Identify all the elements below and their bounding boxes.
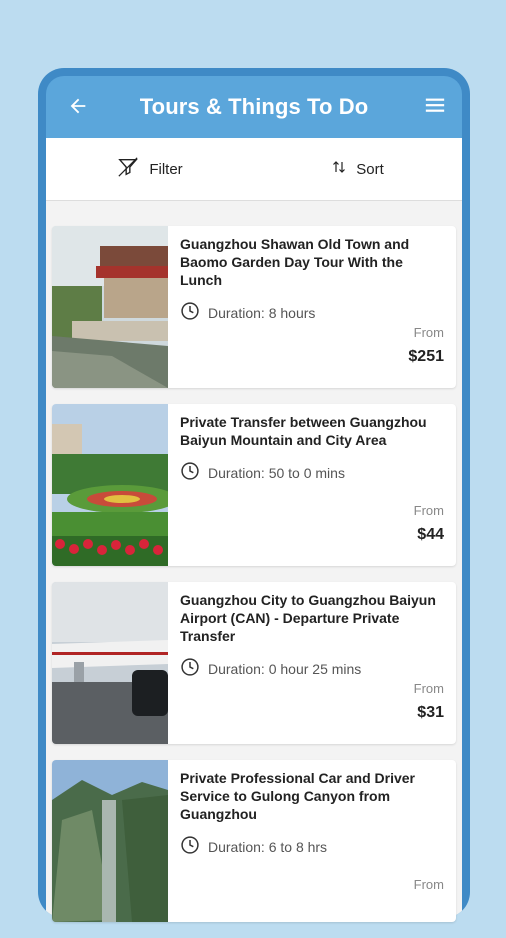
tour-title: Guangzhou City to Guangzhou Baiyun Airpo… [180, 592, 436, 644]
duration-text: Duration: 0 hour 25 mins [208, 660, 362, 677]
sort-label: Sort [356, 160, 384, 178]
from-label: From [413, 325, 444, 340]
tour-card[interactable]: Private Transfer between Guangzhou Baiyu… [52, 404, 456, 566]
duration-text: Duration: 8 hours [208, 304, 316, 321]
price: $251 [408, 348, 444, 365]
price: $44 [417, 526, 444, 543]
tour-duration: Duration: 0 hour 25 mins [180, 657, 448, 680]
tour-info: Private Transfer between Guangzhou Baiyu… [168, 404, 456, 566]
tour-card[interactable]: Guangzhou Shawan Old Town and Baomo Gard… [52, 226, 456, 388]
tour-list: Guangzhou Shawan Old Town and Baomo Gard… [52, 226, 456, 938]
price: $31 [417, 704, 444, 721]
tour-info: Guangzhou Shawan Old Town and Baomo Gard… [168, 226, 456, 388]
tour-photo-gulong-canyon [52, 760, 168, 922]
tour-card[interactable]: Private Professional Car and Driver Serv… [52, 760, 456, 922]
filter-icon [117, 156, 139, 182]
tour-duration: Duration: 6 to 8 hrs [180, 835, 448, 858]
tour-photo-baiyun-mountain [52, 404, 177, 566]
tour-photo-old-town [52, 226, 168, 388]
tour-duration: Duration: 8 hours [180, 301, 448, 324]
duration-text: Duration: 50 to 0 mins [208, 464, 345, 481]
filter-sort-bar: Filter Sort [46, 138, 462, 201]
clock-icon [180, 657, 200, 680]
tour-title: Private Professional Car and Driver Serv… [180, 770, 415, 822]
tour-title: Guangzhou Shawan Old Town and Baomo Gard… [180, 236, 410, 288]
tour-duration: Duration: 50 to 0 mins [180, 461, 448, 484]
tour-title: Private Transfer between Guangzhou Baiyu… [180, 414, 427, 448]
tour-info: Guangzhou City to Guangzhou Baiyun Airpo… [168, 582, 456, 744]
clock-icon [180, 461, 200, 484]
tour-photo-airport-transfer [52, 582, 168, 744]
duration-text: Duration: 6 to 8 hrs [208, 838, 328, 855]
sort-button[interactable]: Sort [254, 138, 462, 200]
from-label: From [413, 877, 444, 892]
filter-label: Filter [149, 160, 183, 178]
from-label: From [413, 503, 444, 518]
clock-icon [180, 301, 200, 324]
tour-card[interactable]: Guangzhou City to Guangzhou Baiyun Airpo… [52, 582, 456, 744]
menu-icon[interactable] [424, 94, 448, 118]
tour-info: Private Professional Car and Driver Serv… [168, 760, 456, 922]
clock-icon [180, 835, 200, 858]
filter-button[interactable]: Filter [46, 138, 254, 200]
page-title: Tours & Things To Do [139, 94, 369, 119]
sort-icon [332, 160, 346, 178]
from-label: From [413, 681, 444, 696]
app-bar: Tours & Things To Do [46, 76, 462, 138]
